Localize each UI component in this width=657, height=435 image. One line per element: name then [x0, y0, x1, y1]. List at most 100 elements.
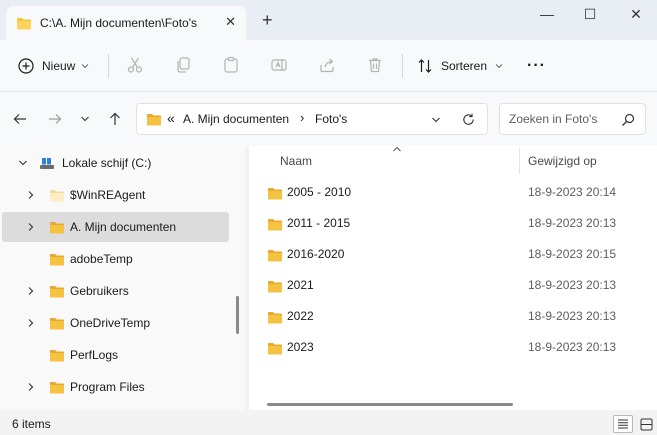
drive-icon [40, 158, 54, 169]
file-modified: 18-9-2023 20:13 [528, 278, 617, 292]
maximize-button[interactable]: ☐ [580, 6, 600, 23]
chevron-right-icon[interactable] [26, 382, 36, 392]
minimize-button[interactable]: — [537, 6, 557, 22]
folder-icon [268, 343, 282, 355]
title-bar: C:\A. Mijn documenten\Foto's ✕ + — ☐ ✕ [0, 0, 657, 40]
new-tab-button[interactable]: + [262, 11, 273, 29]
tree-item-adobetemp[interactable]: adobeTemp [2, 244, 229, 274]
chevron-right-icon[interactable] [26, 286, 36, 296]
breadcrumb-overflow[interactable]: « [167, 110, 175, 126]
chevron-down-icon [495, 64, 503, 69]
rename-icon[interactable] [269, 55, 289, 75]
paste-icon[interactable] [221, 55, 241, 75]
file-modified: 18-9-2023 20:13 [528, 340, 617, 354]
tree-item-mijn-documenten[interactable]: A. Mijn documenten [2, 212, 229, 242]
column-header-name[interactable]: Naam [280, 154, 312, 168]
folder-icon [50, 222, 64, 234]
back-button[interactable] [10, 109, 30, 129]
file-name: 2021 [287, 278, 314, 292]
refresh-icon[interactable] [461, 112, 476, 127]
folder-icon [17, 17, 31, 29]
tab-title: C:\A. Mijn documenten\Foto's [40, 16, 198, 30]
file-name: 2023 [287, 340, 314, 354]
search-input[interactable]: Zoeken in Foto's [499, 103, 646, 135]
tree-item-winreagent[interactable]: $WinREAgent [2, 180, 229, 210]
file-list: Naam Gewijzigd op 2005 - 2010 18-9-2023 … [249, 146, 657, 410]
folder-icon [268, 188, 282, 200]
column-separator[interactable] [519, 148, 520, 174]
arrow-up-icon [110, 112, 120, 125]
file-modified: 18-9-2023 20:14 [528, 185, 617, 199]
command-bar: Nieuw Sorteren ··· [0, 40, 657, 92]
folder-icon [147, 114, 161, 126]
file-name: 2022 [287, 309, 314, 323]
file-modified: 18-9-2023 20:15 [528, 247, 617, 261]
chevron-right-icon[interactable] [26, 318, 36, 328]
file-name: 2011 - 2015 [287, 216, 351, 230]
table-row[interactable]: 2011 - 2015 18-9-2023 20:13 [249, 208, 657, 239]
breadcrumb-item[interactable]: A. Mijn documenten [183, 112, 289, 126]
horizontal-scrollbar[interactable] [267, 403, 513, 406]
recent-locations-button[interactable] [75, 109, 95, 129]
chevron-right-icon[interactable] [26, 222, 36, 232]
table-row[interactable]: 2023 18-9-2023 20:13 [249, 332, 657, 363]
chevron-down-icon[interactable] [18, 158, 28, 168]
navigation-pane: Lokale schijf (C:) $WinREAgent A. Mijn d… [0, 146, 245, 410]
tiles-view-button[interactable] [636, 415, 656, 433]
window-tab[interactable]: C:\A. Mijn documenten\Foto's ✕ [6, 6, 246, 40]
cut-icon[interactable] [125, 55, 145, 75]
tree-item-label: $WinREAgent [70, 188, 146, 202]
table-row[interactable]: 2005 - 2010 18-9-2023 20:14 [249, 177, 657, 208]
folder-icon [50, 318, 64, 330]
breadcrumb-separator[interactable]: › [300, 110, 304, 125]
tree-item-label: OneDriveTemp [70, 316, 151, 330]
chevron-down-icon[interactable] [431, 115, 441, 125]
close-window-button[interactable]: ✕ [626, 6, 646, 23]
folder-icon [268, 219, 282, 231]
sort-button[interactable]: Sorteren [417, 51, 503, 81]
share-icon[interactable] [317, 55, 337, 75]
column-header-modified[interactable]: Gewijzigd op [528, 154, 597, 168]
table-row[interactable]: 2021 18-9-2023 20:13 [249, 270, 657, 301]
search-placeholder: Zoeken in Foto's [509, 112, 598, 126]
close-tab-icon[interactable]: ✕ [225, 14, 236, 30]
arrow-left-icon [13, 114, 26, 124]
forward-button[interactable] [45, 109, 65, 129]
status-bar: 6 items [0, 410, 657, 435]
address-bar[interactable]: « A. Mijn documenten › Foto's [136, 103, 488, 135]
folder-icon [50, 286, 64, 298]
sidebar-scrollbar[interactable] [236, 296, 239, 334]
new-button[interactable]: Nieuw [18, 51, 89, 81]
more-options-button[interactable]: ··· [527, 51, 546, 81]
folder-icon [50, 350, 64, 362]
tree-item-local-disk[interactable]: Lokale schijf (C:) [2, 148, 229, 178]
breadcrumb-item[interactable]: Foto's [315, 112, 347, 126]
tree-item-label: Gebruikers [70, 284, 129, 298]
delete-icon[interactable] [365, 55, 385, 75]
tree-item-perflogs[interactable]: PerfLogs [2, 340, 229, 370]
table-row[interactable]: 2022 18-9-2023 20:13 [249, 301, 657, 332]
table-row[interactable]: 2016-2020 18-9-2023 20:15 [249, 239, 657, 270]
new-button-label: Nieuw [42, 59, 76, 73]
folder-icon [50, 190, 64, 202]
list-view-icon [618, 419, 628, 429]
copy-icon[interactable] [173, 55, 193, 75]
file-name: 2005 - 2010 [287, 185, 352, 199]
file-name: 2016-2020 [287, 247, 345, 261]
tree-item-label: adobeTemp [70, 252, 133, 266]
tree-item-gebruikers[interactable]: Gebruikers [2, 276, 229, 306]
file-modified: 18-9-2023 20:13 [528, 216, 617, 230]
chevron-down-icon [82, 64, 89, 69]
sort-icon [418, 59, 432, 73]
toolbar-separator [402, 54, 403, 78]
details-view-button[interactable] [613, 415, 633, 433]
tree-item-onedrivetemp[interactable]: OneDriveTemp [2, 308, 229, 338]
folder-icon [268, 250, 282, 262]
up-button[interactable] [105, 109, 125, 129]
tree-item-label: PerfLogs [70, 348, 119, 362]
chevron-right-icon[interactable] [26, 190, 36, 200]
sort-ascending-icon [393, 146, 401, 152]
tree-item-program-files[interactable]: Program Files [2, 372, 229, 402]
tree-item-label: A. Mijn documenten [70, 220, 177, 234]
arrow-right-icon [49, 114, 62, 124]
